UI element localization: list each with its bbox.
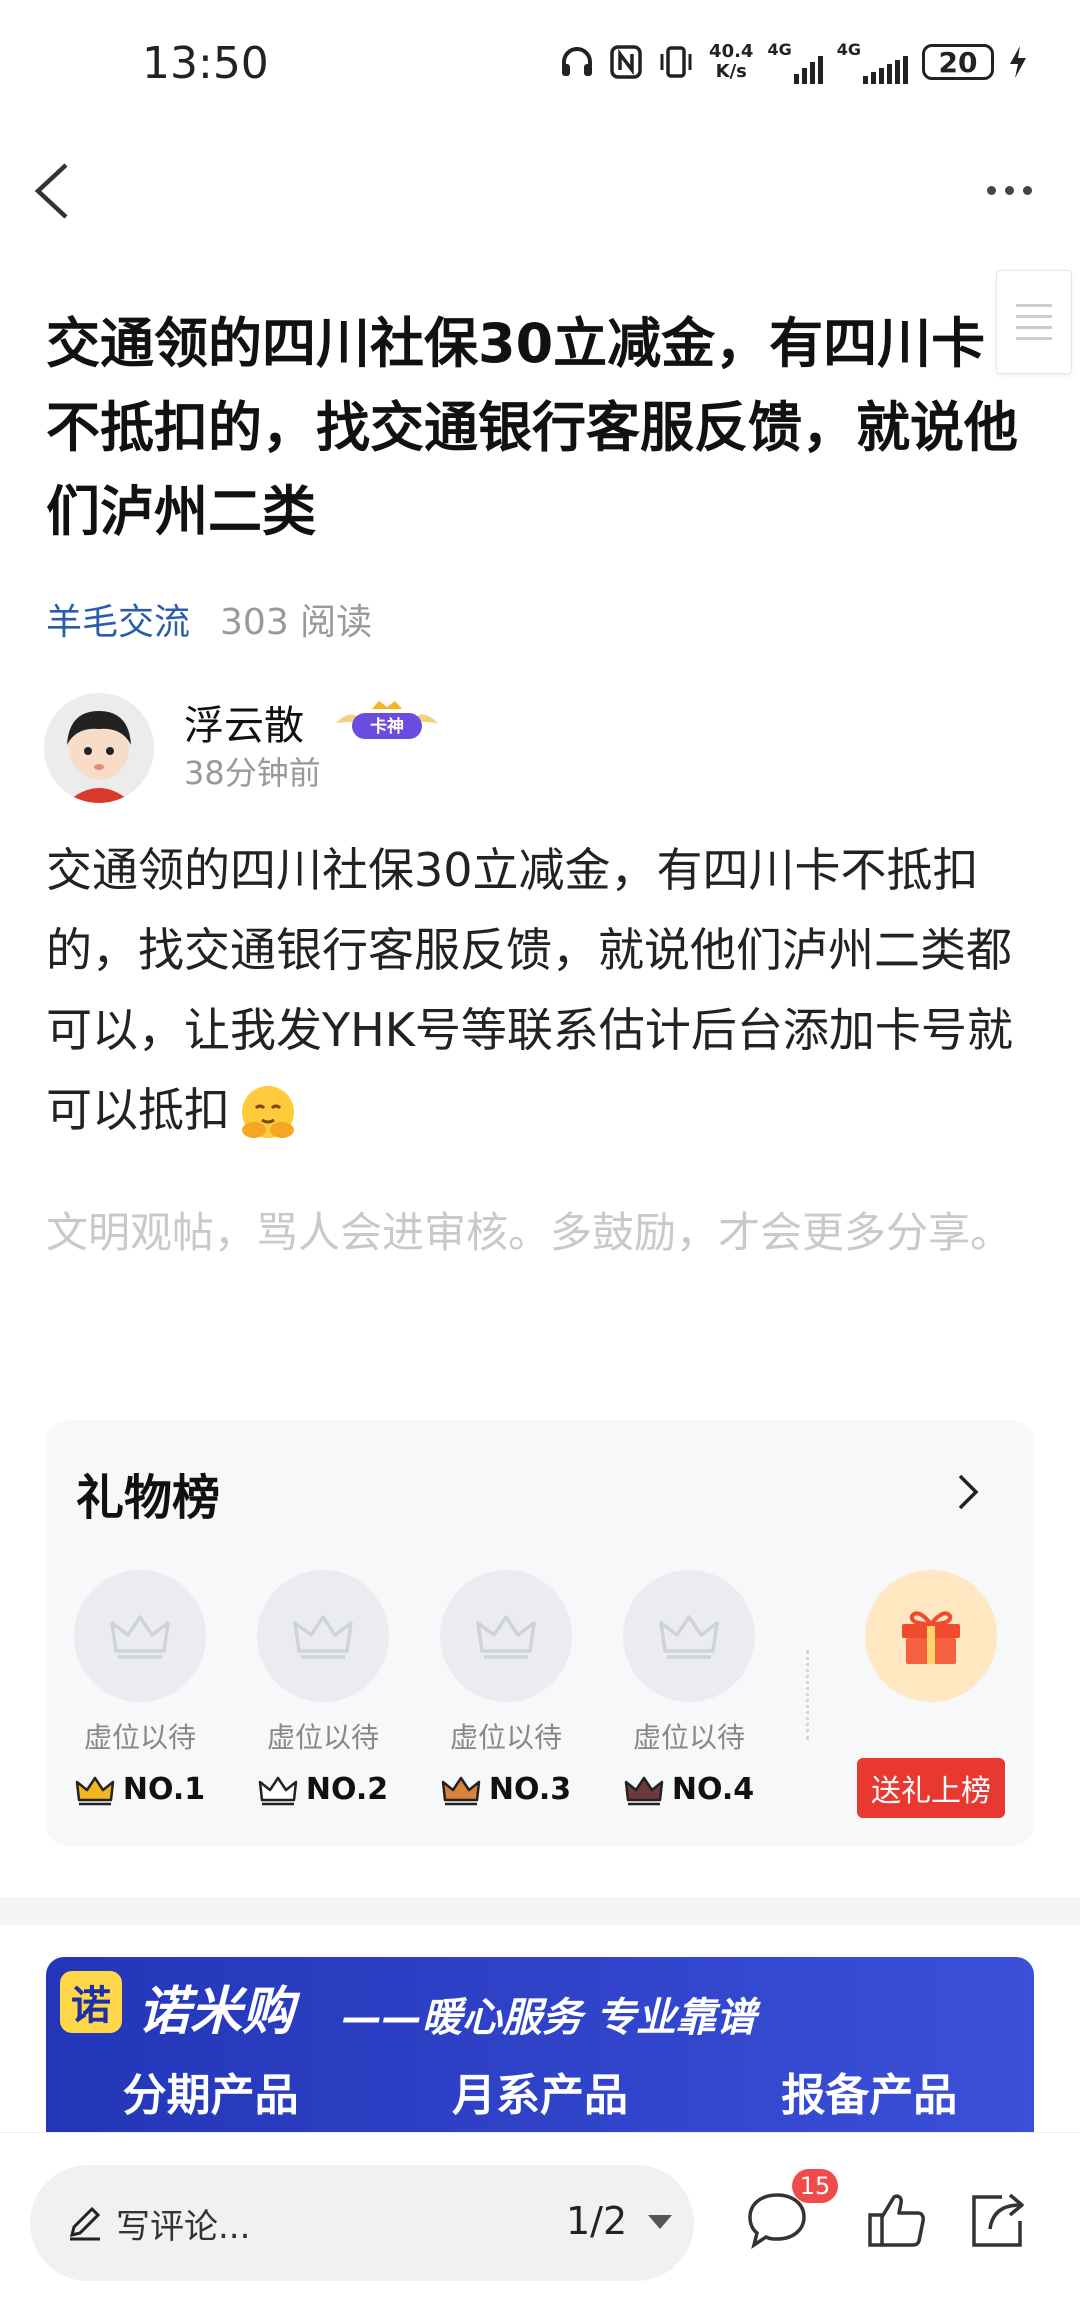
gift-slot[interactable]: 虚位以待 NO.4 [623, 1570, 755, 1807]
gift-box-icon[interactable] [865, 1570, 997, 1702]
slot-label: 虚位以待 [449, 1721, 562, 1754]
hug-emoji-icon [236, 1082, 300, 1146]
chevron-left-icon [34, 163, 68, 219]
slot-rank: NO.1 [75, 1772, 205, 1807]
gift-slot[interactable]: 虚位以待 NO.1 [74, 1570, 206, 1807]
rank-label: NO.1 [122, 1772, 206, 1807]
gift-board-title: 礼物榜 [76, 1470, 221, 1526]
forum-link[interactable]: 羊毛交流 [46, 593, 190, 645]
bottom-bar: 写评论... 1/2 15 [0, 2132, 1080, 2310]
banner-slogan: ——暖心服务 专业靠谱 [342, 1995, 756, 2041]
vibrate-icon [657, 40, 695, 84]
slot-rank: NO.4 [624, 1772, 754, 1807]
signal-label-2: 4G [836, 40, 861, 59]
banner-tab[interactable]: 报备产品 [781, 2059, 957, 2123]
send-gift-area: 送礼上榜 [857, 1570, 1005, 1818]
comment-placeholder: 写评论... [116, 2207, 251, 2247]
net-speed: 40.4 K/s [709, 40, 753, 84]
rank-label: NO.4 [671, 1772, 755, 1807]
more-dot [1004, 185, 1014, 195]
top-nav [0, 130, 1080, 250]
gift-board: 礼物榜 虚位以待 NO.1 虚位以待 NO.2 虚位以待 NO.3 虚位以待 N… [46, 1420, 1034, 1846]
headphones-icon [559, 40, 595, 84]
rank-label: NO.3 [488, 1772, 572, 1807]
signal-label: 4G [767, 40, 792, 59]
banner-tab[interactable]: 分期产品 [123, 2059, 299, 2123]
chevron-right-icon[interactable] [952, 1472, 984, 1512]
community-hint: 文明观帖，骂人会进审核。多鼓励，才会更多分享。 [46, 1208, 1013, 1257]
status-icons: 40.4 K/s 4G 4G 20 [559, 40, 1028, 84]
gift-slot[interactable]: 虚位以待 NO.2 [257, 1570, 389, 1807]
section-divider [0, 1897, 1080, 1925]
battery-level: 20 [938, 45, 978, 79]
share-icon [972, 2193, 1024, 2247]
comment-input[interactable]: 写评论... 1/2 [30, 2165, 694, 2281]
more-button[interactable] [974, 160, 1044, 220]
send-gift-button[interactable]: 送礼上榜 [857, 1758, 1005, 1818]
slot-rank: NO.2 [258, 1772, 388, 1807]
slot-label: 虚位以待 [83, 1721, 196, 1754]
ad-banner[interactable]: 诺 诺米购 ——暖心服务 专业靠谱 分期产品 月系产品 报备产品 [46, 1957, 1034, 2132]
more-dot [1022, 185, 1032, 195]
status-bar: 13:50 40.4 K/s 4G 4G 20 [0, 0, 1080, 130]
banner-logo: 诺 [60, 1971, 122, 2033]
back-button[interactable] [24, 155, 94, 225]
signal-icon-2: 4G [837, 40, 908, 84]
net-speed-unit: K/s [715, 61, 747, 82]
caret-down-icon[interactable] [648, 2215, 672, 2229]
divider [806, 1650, 809, 1740]
silver-crown-icon [258, 1776, 298, 1805]
slot-label: 虚位以待 [632, 1721, 745, 1754]
share-button[interactable] [962, 2185, 1032, 2255]
dark-crown-icon [624, 1776, 664, 1805]
gift-slots: 虚位以待 NO.1 虚位以待 NO.2 虚位以待 NO.3 虚位以待 NO.4 [74, 1570, 755, 1807]
rank-label: NO.2 [305, 1772, 389, 1807]
pen-icon [69, 2206, 101, 2241]
charging-icon [1008, 40, 1028, 84]
empty-crown-icon [74, 1570, 206, 1702]
status-time: 13:50 [142, 38, 269, 89]
post-time: 38分钟前 [184, 754, 321, 792]
like-button[interactable] [862, 2185, 932, 2255]
banner-brand: 诺米购 [138, 1982, 295, 2042]
post-title: 交通领的四川社保30立减金，有四川卡不抵扣的，找交通银行客服反馈，就说他们泸州二… [46, 312, 1018, 543]
bronze-crown-icon [441, 1776, 481, 1805]
badge-icon: 卡神 [332, 697, 442, 747]
post-content: 交通领的四川社保30立减金，有四川卡不抵扣的，找交通银行客服反馈，就说他们泸州二… [46, 830, 1036, 1150]
post-meta: 羊毛交流 303 阅读 [46, 593, 372, 645]
avatar[interactable] [44, 693, 154, 803]
read-count: 303 阅读 [220, 602, 373, 643]
slot-label: 虚位以待 [266, 1721, 379, 1754]
banner-tab[interactable]: 月系产品 [452, 2059, 628, 2123]
author-row: 浮云散 卡神 38分钟前 [44, 693, 844, 803]
comment-count-badge: 15 [792, 2169, 838, 2203]
nfc-icon [609, 40, 643, 84]
badge-label: 卡神 [370, 716, 404, 737]
banner-tabs: 分期产品 月系产品 报备产品 [46, 2059, 1034, 2123]
empty-crown-icon [440, 1570, 572, 1702]
page-indicator[interactable]: 1/2 [566, 2199, 627, 2243]
empty-crown-icon [257, 1570, 389, 1702]
thumbs-up-icon [868, 2194, 925, 2247]
slot-rank: NO.3 [441, 1772, 571, 1807]
post-body: 交通领的四川社保30立减金，有四川卡不抵扣的，找交通银行客服反馈，就说他们泸州二… [46, 843, 1013, 1137]
empty-crown-icon [623, 1570, 755, 1702]
signal-icon: 4G [767, 40, 823, 84]
battery-icon: 20 [922, 44, 994, 80]
author-name[interactable]: 浮云散 [184, 693, 304, 751]
net-speed-value: 40.4 [709, 41, 754, 62]
more-dot [986, 185, 996, 195]
gift-slot[interactable]: 虚位以待 NO.3 [440, 1570, 572, 1807]
gold-crown-icon [75, 1776, 115, 1805]
